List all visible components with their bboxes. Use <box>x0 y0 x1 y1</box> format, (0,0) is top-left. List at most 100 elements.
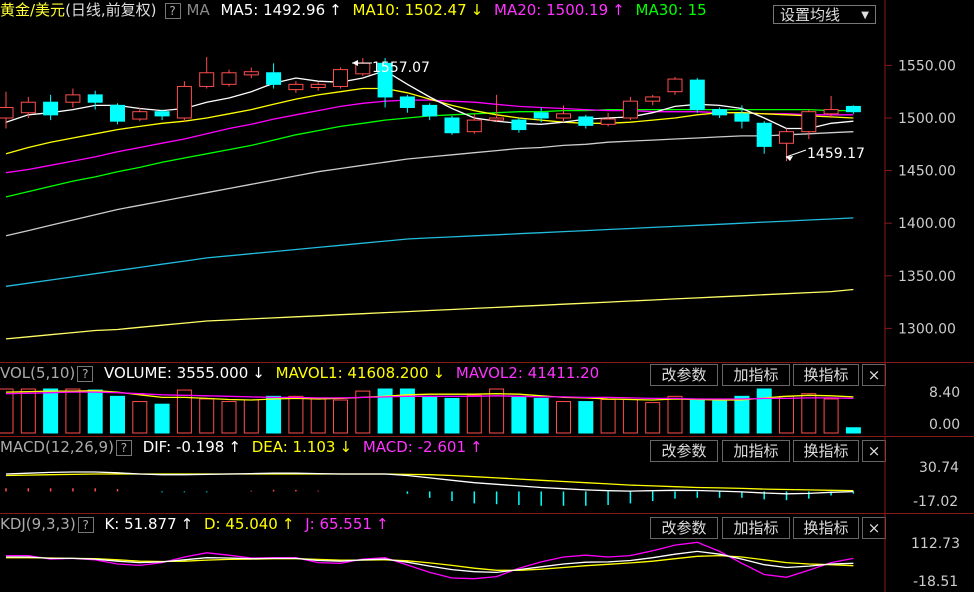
candle-body <box>622 100 638 119</box>
d-line <box>6 554 854 571</box>
dea-line <box>5 473 854 492</box>
volume-bar <box>600 398 616 434</box>
candle-body <box>310 83 326 88</box>
volume-bar <box>176 389 192 434</box>
volume-bar <box>511 396 527 434</box>
macd-pane[interactable]: MACD(12,26,9)? DIF: -0.198 ↑ DEA: 1.103 ↓ … <box>0 437 974 513</box>
volume-chart[interactable]: 8.40 0.00 <box>0 363 974 435</box>
ma10-line <box>5 87 854 155</box>
vol-axis-high: 8.40 <box>929 385 960 401</box>
volume-bar <box>823 398 839 434</box>
volume-pane[interactable]: VOL(5,10)? VOLUME: 3555.000 ↓ MAVOL1: 416… <box>0 363 974 435</box>
price-axis-label: 1300.00 <box>898 321 956 337</box>
volume-bar <box>533 397 549 434</box>
candle-body <box>511 119 527 131</box>
candle-body <box>689 79 705 111</box>
candle-body <box>288 83 304 91</box>
price-pane[interactable]: 黄金/美元(日线,前复权)? MA MA5: 1492.96 ↑ MA10: 150… <box>0 0 974 362</box>
volume-bar <box>110 395 125 434</box>
ma120-line <box>5 217 854 287</box>
candle-body <box>578 116 594 126</box>
candle-body <box>712 109 728 116</box>
candle-body <box>20 101 36 114</box>
volume-bar <box>43 388 59 434</box>
candle-body <box>243 71 259 76</box>
volume-bar <box>87 389 103 434</box>
volume-bar <box>779 395 794 434</box>
volume-bar <box>444 397 460 434</box>
price-axis-label: 1500.00 <box>898 111 956 127</box>
kdj-axis-high: 112.73 <box>911 536 960 552</box>
volume-bar <box>689 398 705 434</box>
candle-body <box>176 85 192 119</box>
candle-body <box>533 112 549 119</box>
volume-bar <box>132 401 148 434</box>
candle-body <box>154 111 170 117</box>
volume-bar <box>288 395 304 434</box>
candle-body <box>756 122 772 147</box>
kdj-axis-low: -18.51 <box>913 574 958 590</box>
candle-body <box>823 109 839 115</box>
volume-bar <box>622 398 638 434</box>
price-axis-label: 1350.00 <box>898 269 956 285</box>
candle-body <box>556 113 571 119</box>
price-axis-label: 1400.00 <box>898 216 956 232</box>
candle-body <box>444 117 460 134</box>
candle-body <box>801 111 817 133</box>
macd-chart[interactable]: 30.74 -17.02 <box>0 437 974 513</box>
candle-body <box>87 94 103 103</box>
volume-bar <box>243 399 259 434</box>
kdj-chart[interactable]: 112.73 -18.51 <box>0 514 974 592</box>
candle-body <box>645 96 661 102</box>
ma250-line <box>5 288 854 340</box>
candle-body <box>199 72 215 87</box>
candle-body <box>221 72 237 85</box>
volume-bar <box>801 393 817 434</box>
macd-axis-high: 30.74 <box>919 460 959 476</box>
volume-bar <box>578 401 594 434</box>
volume-bar <box>422 395 438 434</box>
volume-bar <box>645 402 661 434</box>
candle-body <box>845 105 861 113</box>
volume-bar <box>756 388 772 434</box>
volume-bar <box>734 395 750 434</box>
candle-body <box>667 78 683 93</box>
candle-body <box>0 106 14 119</box>
volume-bar <box>667 395 683 434</box>
macd-lines <box>5 471 854 495</box>
kdj-lines <box>6 541 854 580</box>
ma30-line <box>5 108 854 198</box>
low-annotation: 1459.17 <box>785 146 865 162</box>
volume-bar <box>845 427 861 434</box>
kdj-pane[interactable]: KDJ(9,3,3)? K: 51.877 ↑ D: 45.040 ↑ J: 65.… <box>0 514 974 592</box>
price-axis-label: 1450.00 <box>898 164 956 180</box>
candle-body <box>600 118 616 125</box>
price-axis-label: 1550.00 <box>898 58 956 74</box>
volume-bar <box>466 394 482 434</box>
volume-bar <box>310 398 326 434</box>
volume-bar <box>0 388 14 434</box>
candle-body <box>734 113 750 122</box>
volume-bar <box>20 388 36 434</box>
volume-bar <box>154 403 170 434</box>
price-axis: 1550.00 1500.00 1450.00 1400.00 1350.00 1300.… <box>885 58 956 337</box>
candle-body <box>489 117 505 121</box>
candle-body <box>466 119 482 133</box>
candle-body <box>266 72 282 85</box>
volume-bar <box>712 400 728 434</box>
volume-bar <box>221 401 237 434</box>
candle-body <box>43 101 59 116</box>
candle-body <box>65 94 81 103</box>
high-label: 1557.07 <box>372 60 430 76</box>
candle-body <box>422 104 438 117</box>
volume-bar <box>65 388 81 434</box>
low-label: 1459.17 <box>807 146 865 162</box>
candle-body <box>333 69 348 87</box>
volume-bar <box>556 401 571 434</box>
vol-axis-low: 0.00 <box>929 417 960 433</box>
volume-bar <box>266 395 282 434</box>
ma60-line <box>5 131 854 237</box>
volume-bar <box>199 398 215 434</box>
macd-axis-low: -17.02 <box>913 494 958 510</box>
price-chart[interactable]: 1550.00 1500.00 1450.00 1400.00 1350.00 1300.… <box>0 0 974 362</box>
